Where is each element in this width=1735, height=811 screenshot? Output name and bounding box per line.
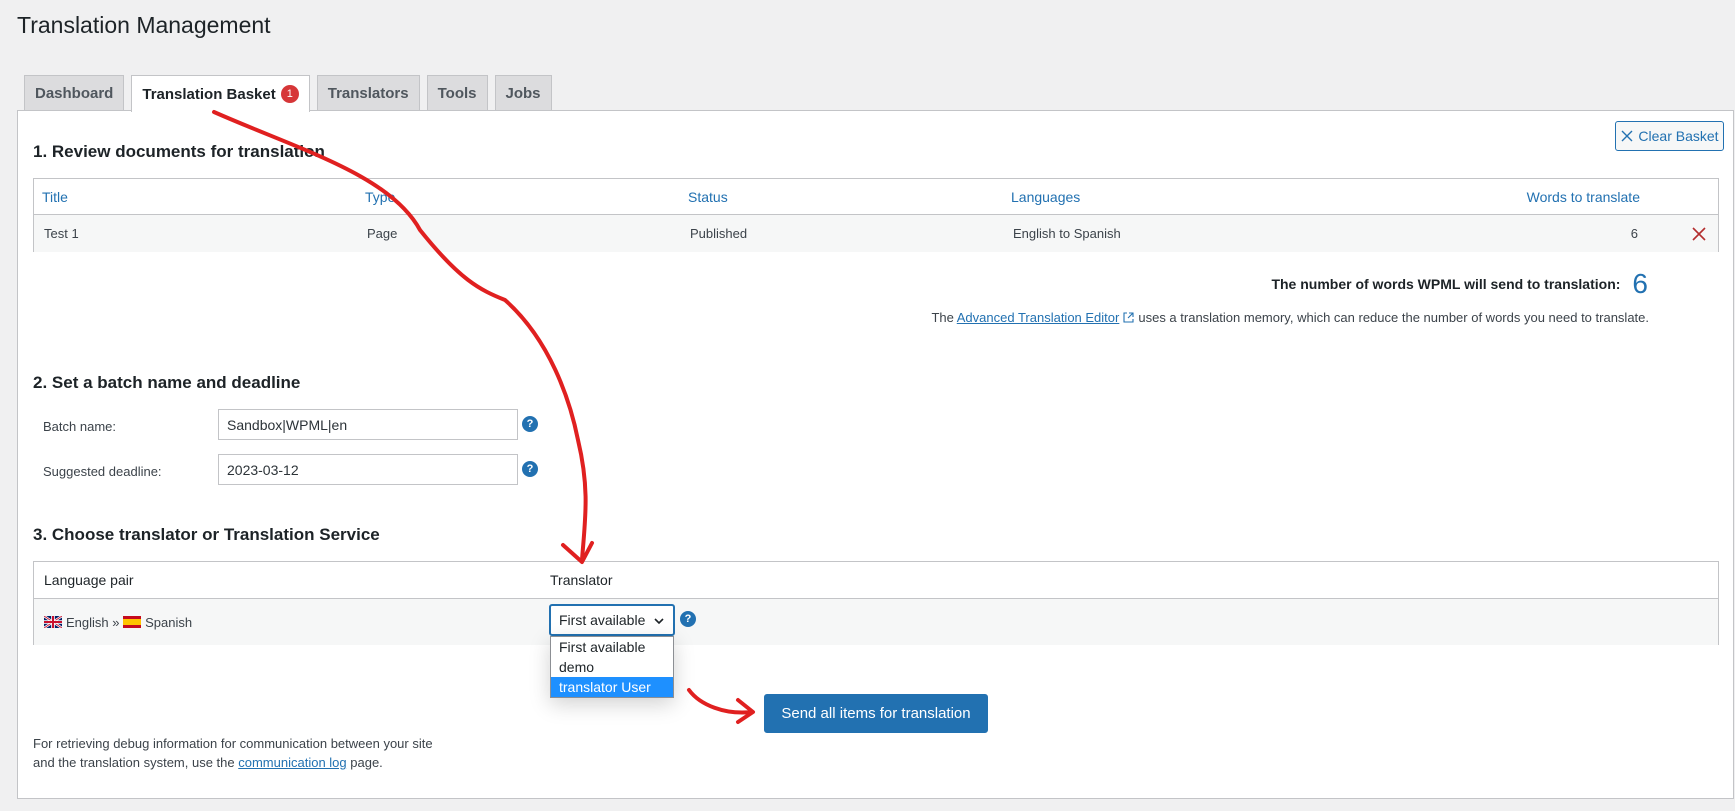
tab-jobs[interactable]: Jobs: [494, 75, 552, 111]
batch-name-input[interactable]: [218, 409, 518, 440]
documents-table: Title Type Status Languages Words to tra…: [33, 178, 1719, 252]
ate-note-prefix: The: [931, 310, 954, 325]
close-icon: [1621, 130, 1633, 142]
translator-table-header: Language pair Translator: [34, 562, 1718, 599]
translator-select-value: First available: [559, 612, 646, 628]
tab-translators-label: Translators: [327, 85, 409, 102]
external-link-icon: [1123, 312, 1134, 323]
send-all-label: Send all items for translation: [781, 705, 971, 722]
translator-option-translator-user[interactable]: translator User: [551, 677, 673, 697]
language-separator: »: [112, 614, 120, 630]
ate-link[interactable]: Advanced Translation Editor: [957, 310, 1120, 325]
column-languages[interactable]: Languages: [1011, 179, 1080, 214]
column-words[interactable]: Words to translate: [1527, 179, 1640, 214]
clear-basket-button[interactable]: Clear Basket: [1615, 121, 1724, 151]
debug-note: For retrieving debug information for com…: [33, 734, 433, 772]
deadline-input[interactable]: [218, 454, 518, 485]
translator-option-demo[interactable]: demo: [551, 657, 673, 677]
remove-icon: [1692, 226, 1706, 241]
send-all-button[interactable]: Send all items for translation: [764, 694, 988, 733]
tab-tools[interactable]: Tools: [426, 75, 488, 111]
section-review-title: 1. Review documents for translation: [33, 142, 325, 161]
remove-row-button[interactable]: [1690, 215, 1708, 252]
column-language-pair: Language pair: [44, 572, 134, 588]
translator-select[interactable]: First available: [549, 604, 675, 636]
row-status: Published: [690, 226, 748, 241]
tab-dashboard-label: Dashboard: [35, 85, 114, 102]
language-pair: English » Spanish: [44, 599, 192, 645]
table-row: Test 1 Page Published English to Spanish…: [34, 215, 1718, 252]
ate-note: The Advanced Translation Editor uses a tr…: [931, 310, 1649, 325]
translator-table: Language pair Translator English » Spani…: [33, 561, 1719, 645]
tab-tools-label: Tools: [437, 85, 477, 102]
column-status[interactable]: Status: [688, 179, 728, 214]
section-batch-title: 2. Set a batch name and deadline: [33, 373, 301, 392]
word-count-value: 6: [1632, 268, 1648, 299]
deadline-help-icon[interactable]: ?: [522, 461, 538, 477]
deadline-label: Suggested deadline:: [43, 464, 162, 479]
basket-count-badge: 1: [280, 85, 299, 103]
to-language: Spanish: [145, 614, 193, 630]
ate-note-suffix: uses a translation memory, which can red…: [1138, 310, 1649, 325]
translator-help-icon[interactable]: ?: [680, 611, 696, 627]
row-languages: English to Spanish: [1013, 226, 1121, 241]
uk-flag-icon: [44, 616, 62, 628]
tab-translation-basket[interactable]: Translation Basket 1: [131, 75, 310, 112]
translator-dropdown: First available demo translator User: [550, 636, 674, 698]
clear-basket-label: Clear Basket: [1638, 128, 1719, 144]
row-type: Page: [367, 226, 398, 241]
table-row: English » Spanish: [34, 599, 1718, 645]
batch-name-label: Batch name:: [43, 419, 116, 434]
from-language: English: [66, 614, 109, 630]
column-type[interactable]: Type: [365, 179, 395, 214]
row-words: 6: [1630, 226, 1638, 241]
spain-flag-icon: [123, 616, 142, 628]
tab-translators[interactable]: Translators: [316, 75, 420, 111]
column-title[interactable]: Title: [42, 179, 68, 214]
tab-translation-basket-label: Translation Basket: [142, 85, 276, 103]
chevron-down-icon: [654, 618, 664, 625]
tab-dashboard[interactable]: Dashboard: [24, 75, 125, 111]
page-title: Translation Management: [17, 12, 271, 38]
word-count: The number of words WPML will send to tr…: [1271, 268, 1648, 300]
column-translator: Translator: [550, 572, 613, 588]
section-translator-title: 3. Choose translator or Translation Serv…: [33, 525, 380, 544]
translator-option-first-available[interactable]: First available: [551, 637, 673, 657]
tab-jobs-label: Jobs: [505, 85, 541, 102]
documents-table-header: Title Type Status Languages Words to tra…: [34, 179, 1718, 215]
batch-help-icon[interactable]: ?: [522, 416, 538, 432]
communication-log-link[interactable]: communication log: [238, 755, 346, 770]
row-title: Test 1: [44, 226, 79, 241]
word-count-label: The number of words WPML will send to tr…: [1271, 276, 1621, 292]
debug-note-suffix: page.: [350, 755, 383, 770]
tab-bar: Dashboard Translation Basket 1 Translato…: [24, 75, 559, 112]
